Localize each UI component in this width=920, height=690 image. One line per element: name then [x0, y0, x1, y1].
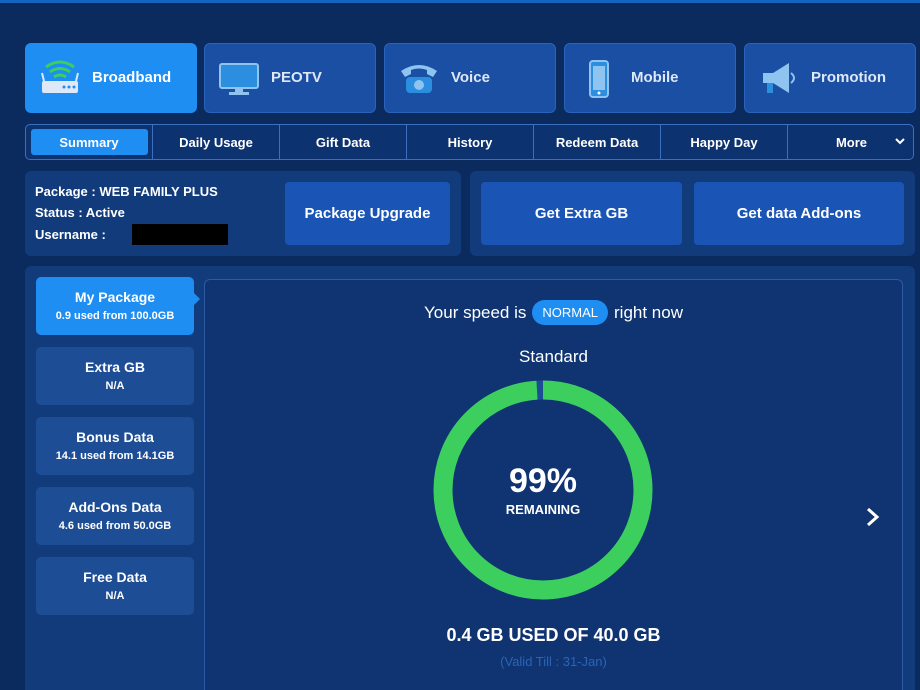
remaining-percent: 99% — [508, 462, 578, 500]
side-item-title: Bonus Data — [76, 429, 154, 445]
tv-icon — [217, 59, 261, 99]
tab-label: Daily Usage — [179, 134, 253, 150]
tab-label: Summary — [30, 129, 148, 155]
speed-status-row: Your speed is NORMAL right now — [205, 300, 902, 325]
megaphone-icon — [757, 59, 801, 99]
active-pointer-icon — [194, 293, 200, 305]
side-item-usage: 4.6 used from 50.0GB — [58, 520, 172, 532]
package-name: Package : WEB FAMILY PLUS — [35, 184, 218, 199]
speed-suffix: right now — [614, 302, 683, 322]
tab-broadband[interactable]: Broadband — [25, 43, 197, 113]
side-item-title: My Package — [74, 289, 156, 305]
tab-label: Redeem Data — [555, 134, 639, 150]
speed-prefix: Your speed is — [424, 302, 527, 322]
tab-happy-day[interactable]: Happy Day — [661, 125, 788, 159]
tab-label: Promotion — [811, 69, 886, 86]
side-item-usage: 14.1 used from 14.1GB — [55, 450, 175, 462]
tab-gift-data[interactable]: Gift Data — [280, 125, 407, 159]
speed-status-badge: NORMAL — [532, 300, 609, 325]
remaining-gauge: 99% REMAINING — [433, 380, 653, 600]
username-redacted — [132, 224, 228, 245]
tab-label: More — [835, 134, 868, 150]
data-actions-panel: Get Extra GB Get data Add-ons — [470, 171, 915, 256]
side-item-title: Free Data — [83, 569, 147, 585]
side-item-addons-data[interactable]: Add-Ons Data 4.6 used from 50.0GB — [36, 487, 194, 545]
telephone-icon — [397, 59, 441, 99]
tab-label: Gift Data — [315, 134, 371, 150]
side-item-bonus-data[interactable]: Bonus Data 14.1 used from 14.1GB — [36, 417, 194, 475]
tab-peotv[interactable]: PEOTV — [204, 43, 376, 113]
tab-label: History — [447, 134, 493, 150]
side-item-extra-gb[interactable]: Extra GB N/A — [36, 347, 194, 405]
tab-daily-usage[interactable]: Daily Usage — [153, 125, 280, 159]
tab-label: Happy Day — [690, 134, 758, 150]
username-label: Username : — [35, 227, 106, 242]
package-status: Status : Active — [35, 205, 125, 220]
tab-label: Voice — [451, 69, 490, 86]
side-item-usage: N/A — [105, 590, 125, 602]
tab-summary[interactable]: Summary — [26, 125, 153, 159]
side-item-title: Extra GB — [85, 359, 145, 375]
get-data-addons-button[interactable]: Get data Add-ons — [694, 182, 904, 245]
tab-label: PEOTV — [271, 69, 322, 86]
tab-history[interactable]: History — [407, 125, 534, 159]
sub-tabs: Summary Daily Usage Gift Data History Re… — [25, 124, 914, 160]
usage-summary: 0.4 GB USED OF 40.0 GB — [446, 625, 661, 645]
tab-redeem-data[interactable]: Redeem Data — [534, 125, 661, 159]
tab-label: Broadband — [92, 69, 172, 86]
package-detail-card: Your speed is NORMAL right now Standard … — [204, 279, 903, 690]
tab-mobile[interactable]: Mobile — [564, 43, 736, 113]
side-item-title: Add-Ons Data — [68, 499, 162, 515]
tab-more[interactable]: More — [788, 125, 915, 159]
top-accent-strip — [0, 0, 920, 3]
plan-name: Standard — [519, 347, 588, 366]
chevron-down-icon — [895, 138, 905, 145]
package-upgrade-button[interactable]: Package Upgrade — [285, 182, 450, 245]
side-item-usage: N/A — [105, 380, 125, 392]
tab-label: Mobile — [631, 69, 679, 86]
get-extra-gb-button[interactable]: Get Extra GB — [481, 182, 682, 245]
side-item-free-data[interactable]: Free Data N/A — [36, 557, 194, 615]
usage-panel: My Package 0.9 used from 100.0GB Extra G… — [25, 266, 915, 690]
package-info-panel: Package : WEB FAMILY PLUS Status : Activ… — [25, 171, 461, 256]
tab-voice[interactable]: Voice — [384, 43, 556, 113]
wifi-router-icon — [38, 59, 82, 99]
service-tabs: Broadband PEOTV Voice Mobile Promotion — [25, 43, 920, 113]
remaining-label: REMAINING — [505, 502, 581, 517]
tab-promotion[interactable]: Promotion — [744, 43, 916, 113]
side-item-usage: 0.9 used from 100.0GB — [55, 310, 175, 322]
valid-till: (Valid Till : 31-Jan) — [500, 654, 607, 669]
chevron-right-icon[interactable] — [864, 506, 882, 528]
mobile-phone-icon — [577, 59, 621, 99]
side-item-my-package[interactable]: My Package 0.9 used from 100.0GB — [36, 277, 194, 335]
